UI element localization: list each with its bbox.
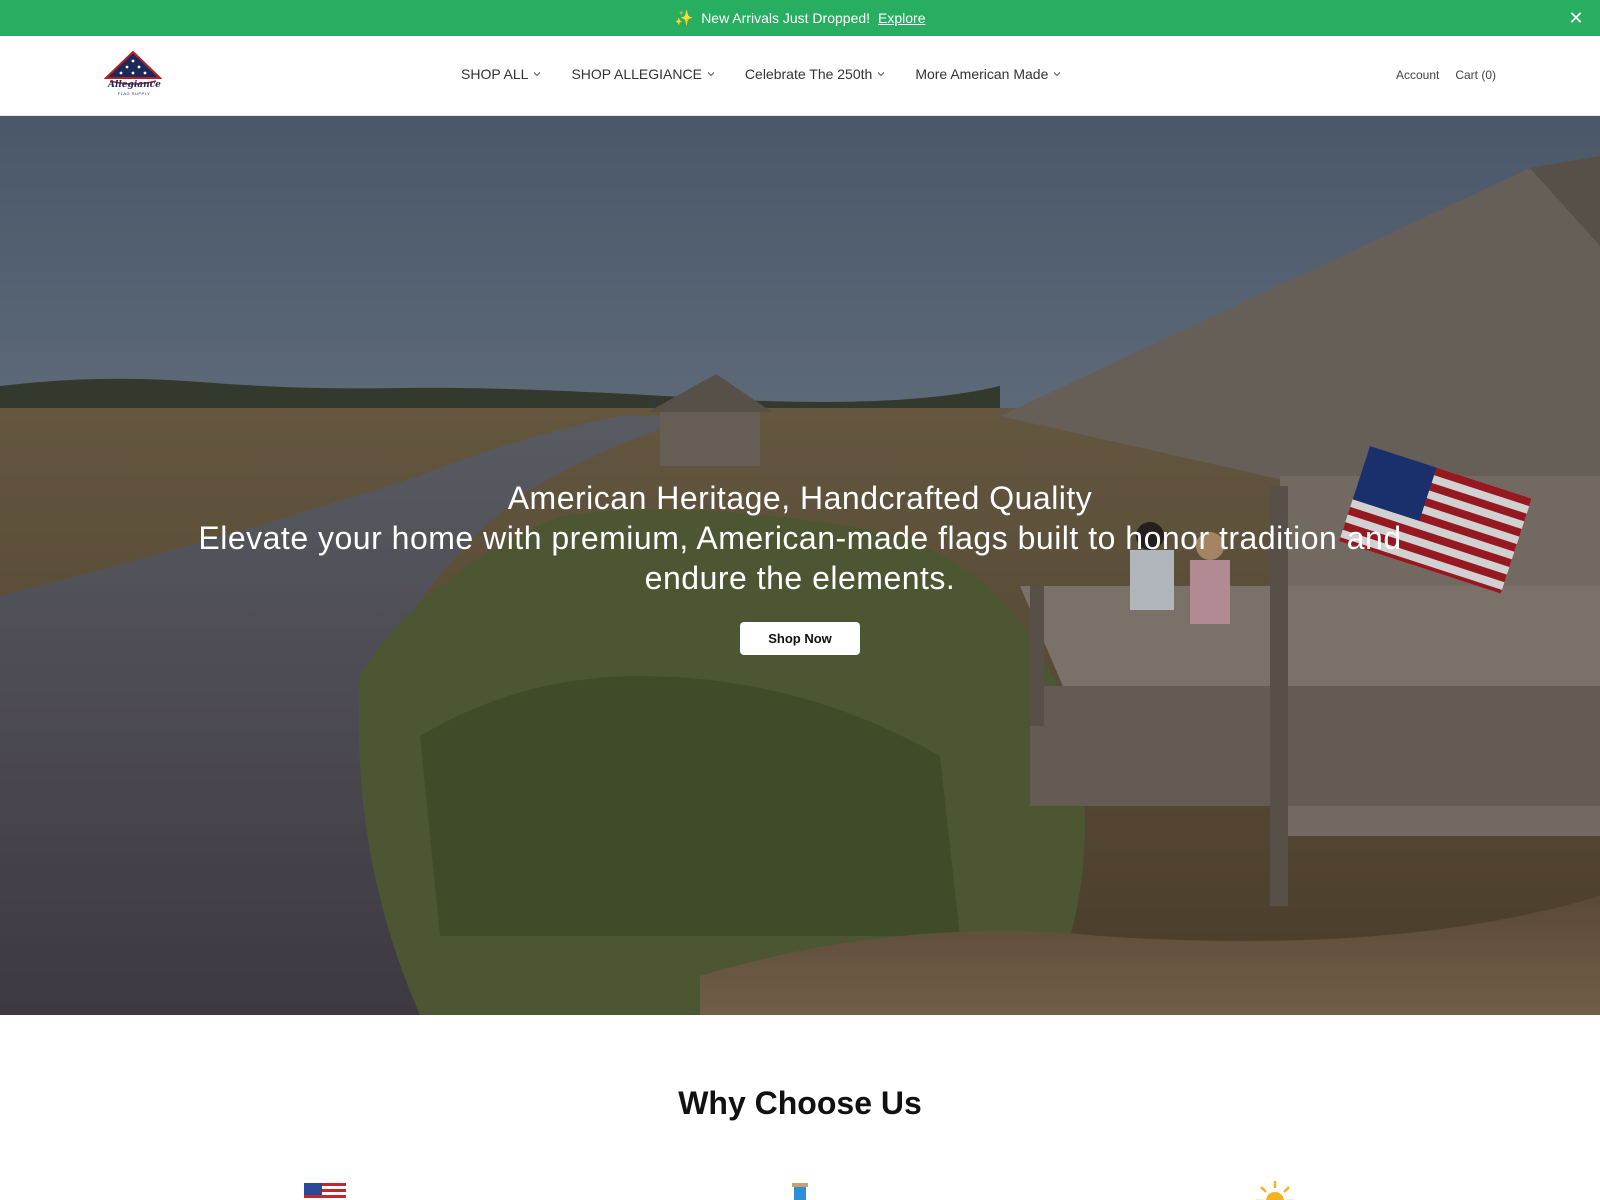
hero-banner: American Heritage, Handcrafted Quality E… [0,116,1600,1015]
close-icon[interactable]: ✕ [1566,8,1586,28]
announcement-text: New Arrivals Just Dropped! [701,10,871,26]
nav-label: More American Made [915,66,1049,82]
chevron-down-icon [707,72,715,77]
announcement-message: ✨ New Arrivals Just Dropped! Explore [675,9,926,27]
nav-label: Celebrate The 250th [744,66,873,82]
why-choose-us-section: Why Choose Us [0,1015,1600,1200]
nav-shop-allegiance[interactable]: SHOP ALLEGIANCE [571,66,715,82]
account-link[interactable]: Account [1396,68,1439,82]
hero-subtitle: Elevate your home with premium, American… [198,520,1402,596]
hero-text: American Heritage, Handcrafted Quality E… [150,478,1450,598]
section-title: Why Choose Us [678,1085,922,1121]
nav-celebrate-250th[interactable]: Celebrate The 250th [745,66,885,82]
main-nav: SHOP ALL SHOP ALLEGIANCE Celebrate The 2… [461,66,1061,82]
logo-wordmark: Allegiance [108,80,161,90]
sparkle-icon: ✨ [674,10,694,27]
chevron-down-icon [1054,72,1061,77]
brand-logo[interactable]: Allegiance FLAG SUPPLY [103,50,163,100]
sun-icon [1256,1181,1294,1200]
nav-more-american-made[interactable]: More American Made [915,66,1061,82]
chevron-down-icon [877,72,885,77]
nav-label: SHOP ALL [461,66,529,82]
logo-subtext: FLAG SUPPLY [117,91,151,96]
cart-link[interactable]: Cart (0) [1455,68,1496,82]
announcement-explore-link[interactable]: Explore [878,10,925,26]
thread-spool-icon [792,1183,808,1200]
shop-now-button[interactable]: Shop Now [740,622,860,655]
chevron-down-icon [534,72,541,77]
header-utilities: Account Cart (0) [1396,68,1496,82]
us-flag-icon [304,1183,346,1200]
nav-label: SHOP ALLEGIANCE [571,66,702,82]
nav-shop-all[interactable]: SHOP ALL [461,66,541,82]
announcement-bar: ✨ New Arrivals Just Dropped! Explore ✕ [0,0,1600,36]
hero-title: American Heritage, Handcrafted Quality [507,480,1093,516]
site-header: Allegiance FLAG SUPPLY SHOP ALL SHOP ALL… [0,36,1600,116]
